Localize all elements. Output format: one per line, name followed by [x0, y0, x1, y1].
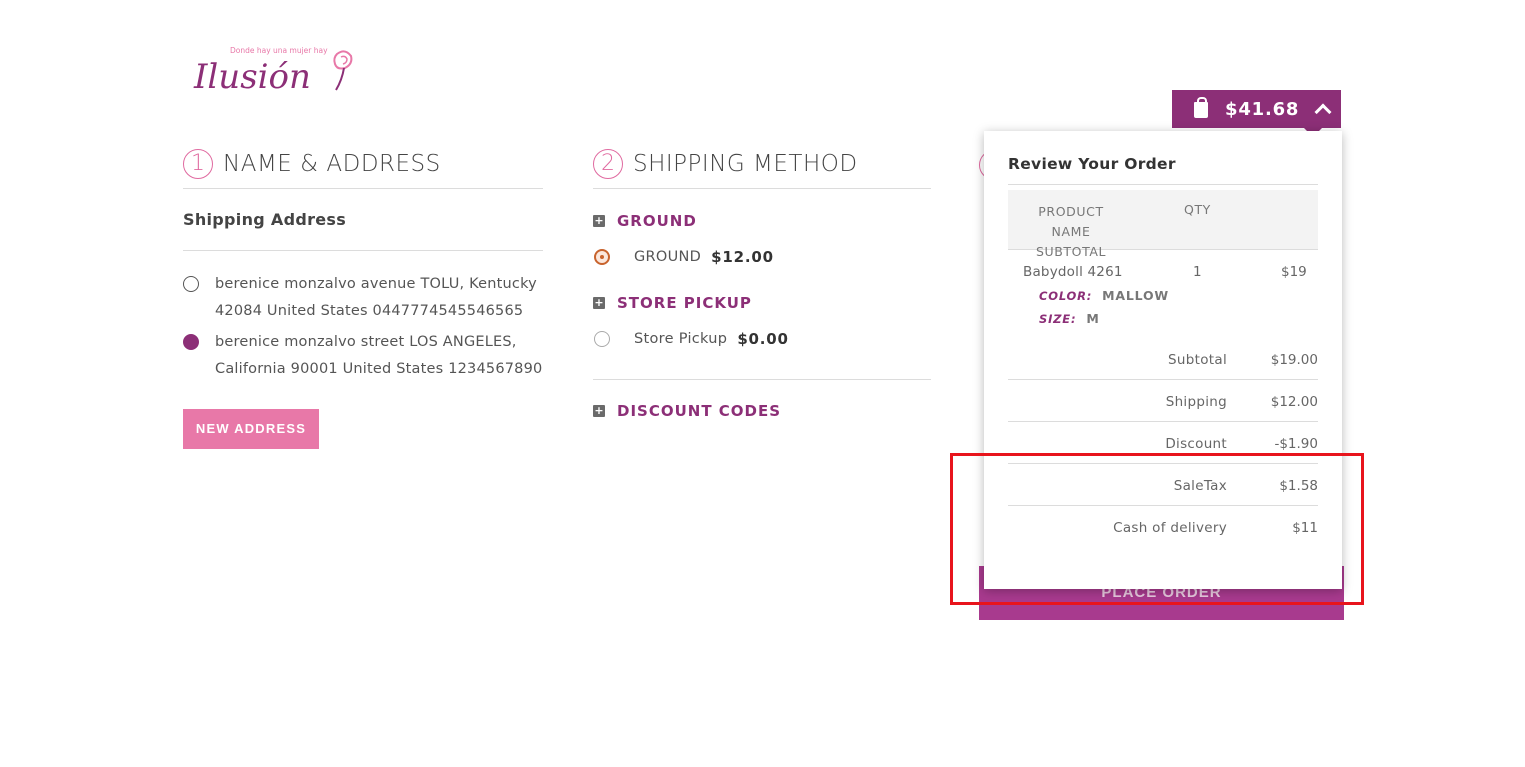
shipping-group-ground[interactable]: + GROUND — [593, 212, 697, 230]
summary-label: Subtotal — [1168, 352, 1227, 368]
shipping-option-name: Store Pickup — [634, 331, 728, 347]
step-name-address-header: 1 NAME & ADDRESS — [183, 146, 543, 189]
shipping-option-price: $12.00 — [711, 248, 774, 266]
step-title: SHIPPING METHOD — [633, 151, 858, 177]
shipping-group-label: STORE PICKUP — [617, 294, 752, 312]
divider — [1008, 184, 1318, 185]
expand-icon[interactable]: + — [593, 405, 605, 417]
step-number: 1 — [183, 149, 213, 179]
shipping-option-store-pickup[interactable]: Store Pickup $0.00 — [594, 330, 789, 348]
shipping-address-title: Shipping Address — [183, 210, 347, 229]
review-title: Review Your Order — [1008, 155, 1176, 173]
address-radio[interactable] — [183, 276, 199, 292]
divider — [1008, 379, 1318, 380]
expand-icon[interactable]: + — [593, 297, 605, 309]
attribute-key: COLOR: — [1039, 289, 1093, 303]
expand-icon[interactable]: + — [593, 215, 605, 227]
summary-value: $1.58 — [1279, 478, 1318, 494]
summary-label: Shipping — [1165, 394, 1227, 410]
summary-row-discount: Discount -$1.90 — [1008, 436, 1318, 478]
discount-codes-label: DISCOUNT CODES — [617, 402, 782, 420]
summary-value: $19.00 — [1270, 352, 1318, 368]
discount-codes-toggle[interactable]: + DISCOUNT CODES — [593, 402, 781, 420]
header-product: PRODUCT NAME SUBTOTAL — [1035, 204, 1107, 259]
divider — [1008, 505, 1318, 506]
item-qty: 1 — [1193, 264, 1202, 280]
cart-total: $41.68 — [1225, 98, 1300, 120]
attribute-key: SIZE: — [1039, 312, 1077, 326]
step-shipping-method-header: 2 SHIPPING METHOD — [593, 146, 931, 189]
brand-name: Ilusión — [193, 57, 311, 97]
summary-row-shipping: Shipping $12.00 — [1008, 394, 1318, 436]
step-number: 2 — [593, 149, 623, 179]
summary-row-sale-tax: SaleTax $1.58 — [1008, 478, 1318, 520]
review-table-header: PRODUCT NAME SUBTOTAL QTY — [1008, 190, 1318, 259]
item-attribute-color: COLOR: MALLOW — [1039, 288, 1169, 303]
new-address-button[interactable]: NEW ADDRESS — [183, 409, 319, 449]
summary-row-subtotal: Subtotal $19.00 — [1008, 352, 1318, 394]
shipping-group-label: GROUND — [617, 212, 697, 230]
shipping-radio[interactable] — [594, 249, 610, 265]
divider — [1008, 463, 1318, 464]
item-name: Babydoll 4261 — [1023, 264, 1123, 280]
shipping-radio[interactable] — [594, 331, 610, 347]
summary-value: $11 — [1292, 520, 1318, 536]
address-radio[interactable] — [183, 334, 199, 350]
brand-tagline: Donde hay una mujer hay — [230, 46, 328, 55]
item-price: $19 — [1281, 264, 1307, 280]
divider — [1008, 421, 1318, 422]
summary-row-cash-on-delivery: Cash of delivery $11 — [1008, 520, 1318, 562]
divider — [593, 379, 931, 380]
address-option[interactable]: berenice monzalvo avenue TOLU, Kentucky … — [183, 271, 543, 325]
summary-value: $12.00 — [1270, 394, 1318, 410]
shipping-group-store-pickup[interactable]: + STORE PICKUP — [593, 294, 752, 312]
summary-label: SaleTax — [1173, 478, 1227, 494]
shipping-option-name: GROUND — [634, 249, 702, 265]
attribute-value: M — [1086, 311, 1100, 326]
shopping-bag-icon — [1194, 97, 1208, 118]
summary-value: -$1.90 — [1274, 436, 1318, 452]
cart-summary-button[interactable]: $41.68 — [1172, 90, 1341, 128]
step-title: NAME & ADDRESS — [223, 151, 441, 177]
divider — [183, 250, 543, 251]
review-order-popup: Review Your Order PRODUCT NAME SUBTOTAL … — [984, 131, 1342, 589]
brand-logo[interactable]: Donde hay una mujer hay Ilusión — [192, 44, 358, 98]
summary-label: Cash of delivery — [1113, 520, 1227, 536]
address-option[interactable]: berenice monzalvo street LOS ANGELES, Ca… — [183, 329, 543, 383]
shipping-option-price: $0.00 — [737, 330, 789, 348]
address-text: berenice monzalvo avenue TOLU, Kentucky … — [215, 276, 537, 319]
item-attribute-size: SIZE: M — [1039, 311, 1100, 326]
rose-icon — [333, 50, 353, 91]
header-qty: QTY — [1184, 202, 1211, 217]
attribute-value: MALLOW — [1102, 288, 1169, 303]
summary-label: Discount — [1165, 436, 1227, 452]
shipping-option-ground[interactable]: GROUND $12.00 — [594, 248, 774, 266]
address-text: berenice monzalvo street LOS ANGELES, Ca… — [215, 334, 543, 377]
chevron-up-icon[interactable] — [1314, 103, 1332, 121]
